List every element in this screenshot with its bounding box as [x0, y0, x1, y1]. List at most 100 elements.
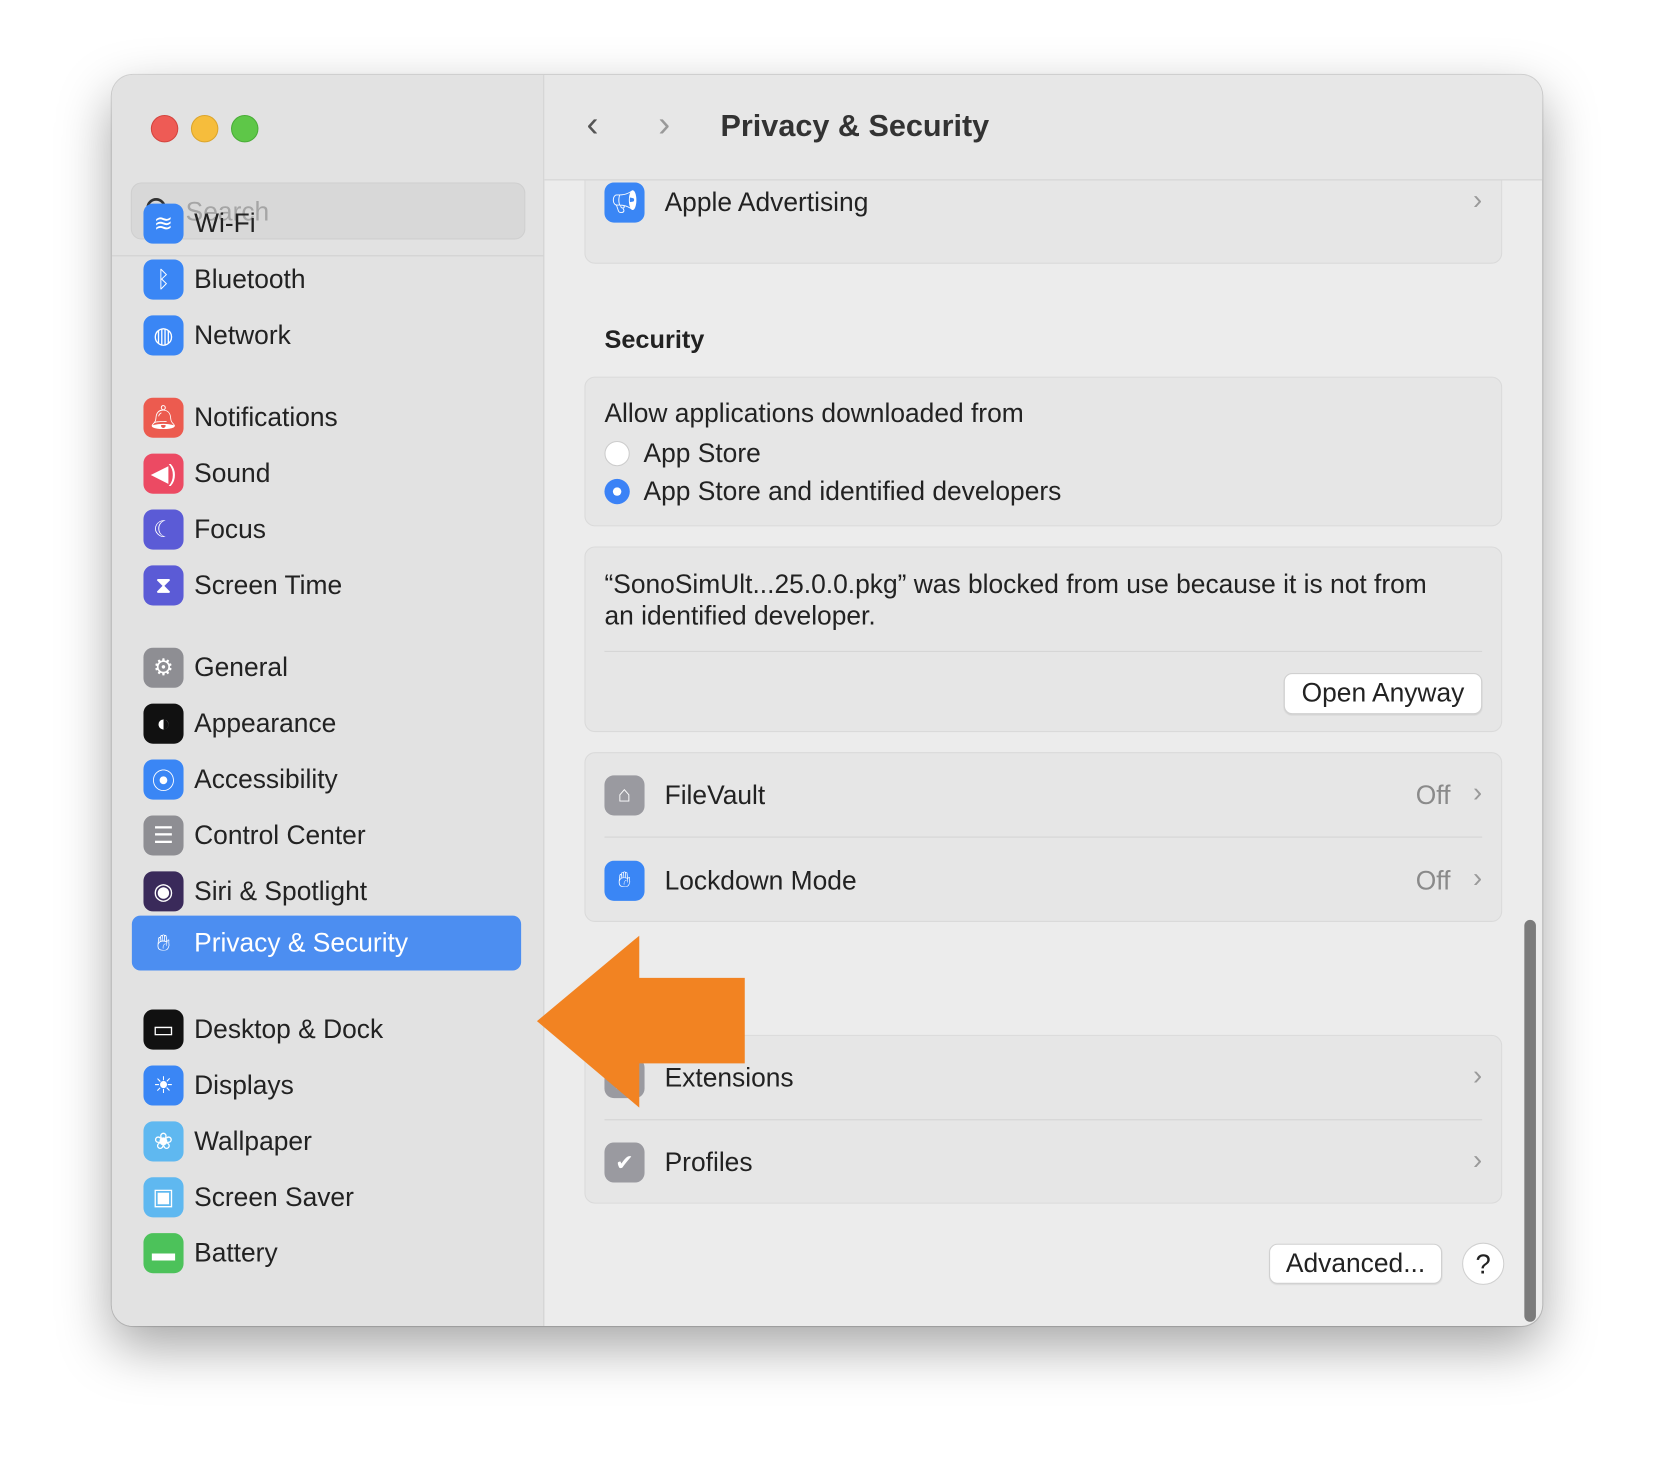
chevron-right-icon: › — [1472, 1143, 1483, 1176]
sidebar-item-label: Battery — [194, 1238, 278, 1268]
lockdown-mode-row[interactable]: ✋︎ Lockdown Mode Off › — [585, 839, 1501, 923]
radio-app-store-identified[interactable] — [604, 478, 630, 505]
blocked-message-line1: “SonoSimUlt...25.0.0.pkg” was blocked fr… — [604, 569, 1427, 600]
extensions-profiles-card: ▦ Extensions › ✔ Profiles › — [584, 1034, 1503, 1204]
radio-app-store[interactable] — [604, 440, 630, 467]
sidebar-item-label: Sound — [194, 458, 271, 489]
toggles-icon: ☰ — [143, 815, 184, 856]
lockdown-label: Lockdown Mode — [664, 866, 857, 896]
system-settings-window: Search ≋ Wi-Fi ᛒ Bluetooth ◍ Network 🔔︎ Notific… — [111, 74, 1543, 1327]
sidebar-item-desktop-dock[interactable]: ▭ Desktop & Dock — [132, 1002, 521, 1057]
sidebar-item-appearance[interactable]: ◐ Appearance — [132, 696, 521, 751]
close-button[interactable] — [150, 114, 179, 143]
sidebar-item-screen-saver[interactable]: ▣ Screen Saver — [132, 1170, 521, 1225]
blocked-message-line2: an identified developer. — [604, 601, 876, 631]
open-anyway-button[interactable]: Open Anyway — [1283, 673, 1483, 715]
option-app-store-identified[interactable]: App Store and identified developers — [643, 477, 1061, 508]
sidebar-item-label: General — [194, 652, 288, 683]
flower-icon: ❀ — [143, 1121, 184, 1162]
sun-icon: ☀ — [143, 1065, 184, 1106]
profiles-row[interactable]: ✔ Profiles › — [585, 1120, 1501, 1204]
option-app-store[interactable]: App Store — [643, 439, 760, 470]
battery-icon: ▬ — [143, 1233, 184, 1274]
chevron-right-icon: › — [1472, 861, 1483, 894]
sidebar-item-label: Displays — [194, 1070, 294, 1101]
blocked-app-card: “SonoSimUlt...25.0.0.pkg” was blocked fr… — [584, 546, 1503, 733]
zoom-button[interactable] — [231, 114, 259, 143]
scrollbar[interactable] — [1524, 919, 1536, 1322]
sidebar-item-wallpaper[interactable]: ❀ Wallpaper — [132, 1114, 521, 1169]
house-lock-icon: ⌂ — [604, 775, 645, 816]
divider — [604, 836, 1483, 838]
sidebar-item-general[interactable]: ⚙ General — [132, 640, 521, 695]
filevault-row[interactable]: ⌂ FileVault Off › — [585, 753, 1501, 837]
sidebar-item-privacy-security[interactable]: ✋︎ Privacy & Security — [131, 915, 522, 971]
wifi-icon: ≋ — [143, 203, 184, 244]
sidebar-item-accessibility[interactable]: ⦿ Accessibility — [132, 752, 521, 807]
sidebar-item-label: Bluetooth — [194, 264, 306, 295]
bluetooth-icon: ᛒ — [143, 259, 184, 300]
sidebar-item-bluetooth[interactable]: ᛒ Bluetooth — [132, 252, 521, 307]
appearance-icon: ◐ — [143, 703, 184, 744]
hand-icon: ✋︎ — [156, 929, 171, 956]
sidebar-item-label: Control Center — [194, 820, 366, 851]
sidebar-item-label: Network — [194, 320, 291, 351]
sidebar-item-label: Accessibility — [194, 764, 338, 795]
sidebar-item-focus[interactable]: ☾ Focus — [132, 502, 521, 557]
advanced-button[interactable]: Advanced... — [1269, 1243, 1443, 1284]
extensions-label: Extensions — [664, 1063, 794, 1093]
sidebar-item-wi-fi[interactable]: ≋ Wi-Fi — [132, 196, 521, 251]
dock-icon: ▭ — [143, 1009, 184, 1050]
help-button[interactable]: ? — [1462, 1242, 1505, 1285]
profiles-label: Profiles — [664, 1147, 753, 1178]
hourglass-icon: ⧗ — [143, 565, 184, 606]
filevault-status: Off — [1415, 780, 1451, 811]
sidebar-item-label: Wallpaper — [194, 1126, 312, 1157]
sidebar-item-label: Privacy & Security — [194, 928, 409, 958]
sidebar-item-label: Wi-Fi — [194, 208, 256, 239]
sidebar-item-label: Desktop & Dock — [194, 1014, 384, 1045]
globe-icon: ◍ — [143, 315, 184, 356]
back-button[interactable]: ‹ — [587, 104, 599, 145]
extensions-row[interactable]: ▦ Extensions › — [585, 1036, 1501, 1120]
forward-button[interactable]: › — [658, 104, 670, 145]
sidebar-item-label: Appearance — [194, 708, 337, 739]
sidebar-item-label: Screen Saver — [194, 1182, 354, 1213]
sidebar-item-label: Siri & Spotlight — [194, 876, 368, 907]
sidebar-item-screen-time[interactable]: ⧗ Screen Time — [132, 558, 521, 613]
sidebar-item-label: Notifications — [194, 402, 338, 433]
toolbar: ‹ › Privacy & Security — [544, 74, 1543, 181]
checkmark-seal-icon: ✔ — [604, 1142, 645, 1183]
chevron-right-icon: › — [1472, 1059, 1483, 1091]
screensaver-icon: ▣ — [143, 1177, 184, 1218]
siri-icon: ◉ — [143, 871, 184, 912]
main-pane: ‹ › Privacy & Security 📢︎ Apple Advertis… — [544, 74, 1543, 1326]
chevron-right-icon: › — [1472, 776, 1483, 809]
sidebar-item-control-center[interactable]: ☰ Control Center — [132, 808, 521, 863]
sidebar-item-displays[interactable]: ☀ Displays — [132, 1058, 521, 1113]
filevault-lockdown-card: ⌂ FileVault Off › ✋︎ Lockdown Mode Off › — [584, 752, 1503, 923]
accessibility-icon: ⦿ — [143, 759, 184, 800]
filevault-label: FileVault — [664, 780, 766, 811]
sidebar-item-notifications[interactable]: 🔔︎ Notifications — [132, 390, 521, 445]
bell-icon: 🔔︎ — [143, 397, 184, 438]
sidebar-item-network[interactable]: ◍ Network — [132, 308, 521, 363]
divider — [604, 650, 1483, 652]
sidebar-item-sound[interactable]: ◀) Sound — [132, 446, 521, 501]
sidebar-item-label: Focus — [194, 514, 266, 545]
chevron-right-icon: › — [1472, 183, 1483, 216]
megaphone-icon: 📢︎ — [604, 182, 645, 223]
speaker-icon: ◀) — [143, 453, 184, 494]
extensions-icon: ▦ — [604, 1058, 645, 1099]
hand-icon: ✋︎ — [604, 860, 645, 901]
allow-label: Allow applications downloaded from — [604, 398, 1024, 429]
minimize-button[interactable] — [190, 114, 219, 143]
sidebar-item-siri-spotlight[interactable]: ◉ Siri & Spotlight — [132, 864, 521, 919]
gear-icon: ⚙ — [143, 647, 184, 688]
sidebar-item-battery[interactable]: ▬ Battery — [132, 1226, 521, 1281]
allow-apps-card: Allow applications downloaded from App S… — [584, 376, 1503, 527]
lockdown-status: Off — [1415, 866, 1451, 896]
security-heading: Security — [604, 325, 705, 355]
page-title: Privacy & Security — [720, 109, 990, 144]
moon-icon: ☾ — [143, 509, 184, 550]
